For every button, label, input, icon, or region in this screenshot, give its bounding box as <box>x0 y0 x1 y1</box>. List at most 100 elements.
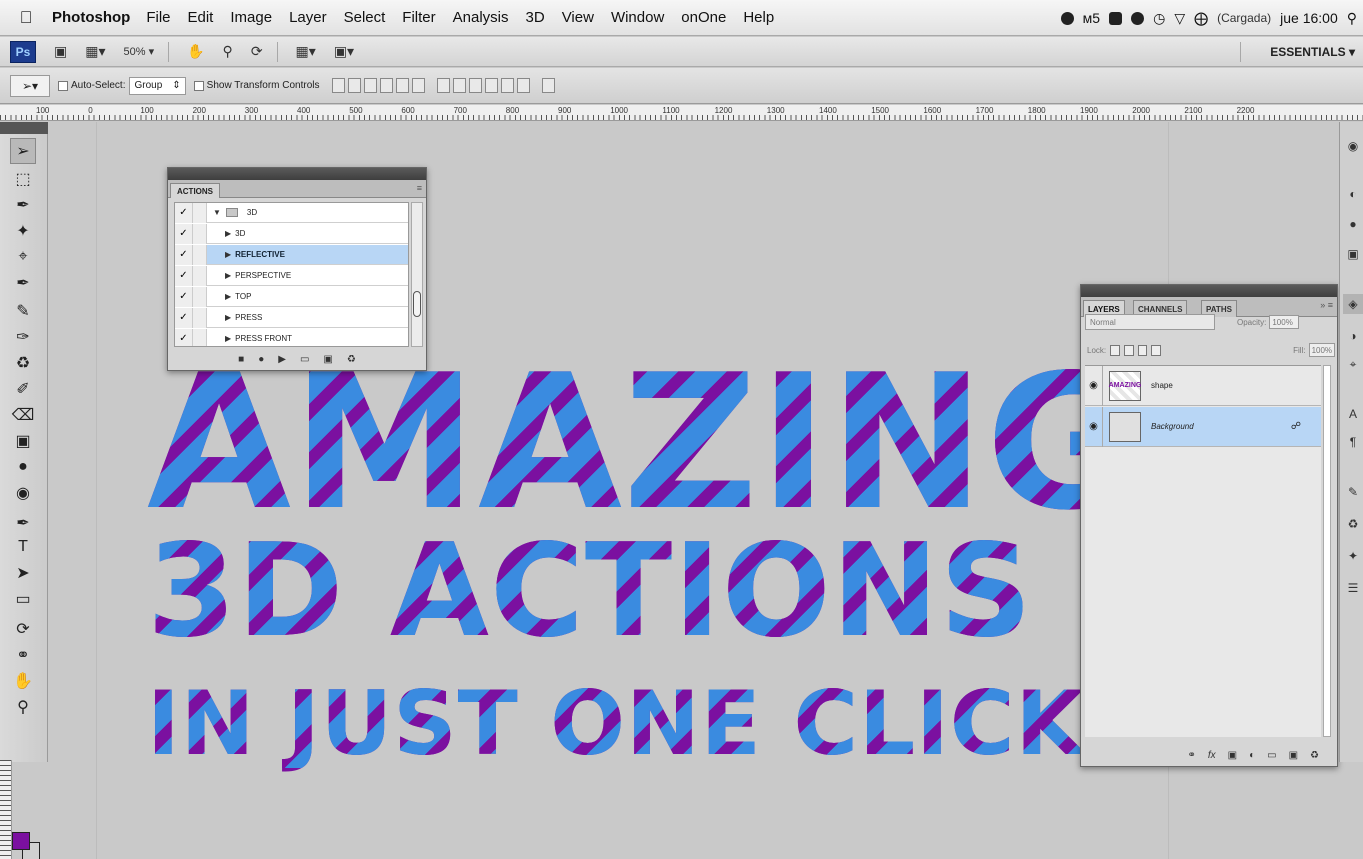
lock-position-icon[interactable] <box>1137 344 1148 356</box>
distribute-vcenter-button[interactable] <box>452 78 466 93</box>
paths-panel-icon[interactable]: ⌖ <box>1343 354 1363 374</box>
adobe-icon[interactable]: м5 <box>1083 10 1100 26</box>
distribute-top-button[interactable] <box>436 78 450 93</box>
expand-triangle-icon[interactable]: ▶ <box>225 292 231 301</box>
align-top-edges-button[interactable] <box>331 78 345 93</box>
menu-app-name[interactable]: Photoshop <box>52 9 130 26</box>
tools-panel-grip[interactable] <box>0 122 48 134</box>
layer-row-shape[interactable]: ◉ AMAZING shape <box>1085 365 1321 406</box>
dropbox-icon[interactable] <box>1060 11 1074 25</box>
lock-transparent-icon[interactable] <box>1110 344 1120 356</box>
view-extras-icon[interactable]: ▦▾ <box>85 43 105 60</box>
expand-triangle-icon[interactable]: ▶ <box>225 271 231 280</box>
menu-edit[interactable]: Edit <box>188 9 214 26</box>
time-machine-icon[interactable]: ◷ <box>1153 10 1165 27</box>
new-action-icon[interactable]: ▣ <box>323 354 332 365</box>
layer-mask-icon[interactable]: ▣ <box>1228 750 1237 761</box>
marquee-tool-icon[interactable]: ⬚ <box>10 166 36 192</box>
expand-triangle-icon[interactable]: ▼ <box>213 208 221 217</box>
action-row[interactable]: ✓ ▶ 3D <box>175 223 408 244</box>
action-row[interactable]: ✓ ▶ PRESS FRONT <box>175 328 408 346</box>
adjustment-layer-icon[interactable]: ◐ <box>1249 750 1255 761</box>
character-panel-icon[interactable]: A <box>1343 404 1363 424</box>
tool-preset-picker[interactable]: ➢ ▾ <box>10 74 50 97</box>
crop-tool-icon[interactable]: ⌖ <box>10 244 36 270</box>
distribute-left-button[interactable] <box>484 78 498 93</box>
expand-triangle-icon[interactable]: ▶ <box>225 250 231 259</box>
toggle-checkbox[interactable]: ✓ <box>175 286 193 307</box>
align-bottom-edges-button[interactable] <box>363 78 377 93</box>
stop-icon[interactable]: ■ <box>238 354 244 365</box>
expand-triangle-icon[interactable]: ▶ <box>225 313 231 322</box>
bluetooth-icon[interactable]: ⨁ <box>1194 10 1208 27</box>
layers-panel-grip[interactable] <box>1081 285 1337 297</box>
menu-3d[interactable]: 3D <box>526 9 545 26</box>
history-brush-tool-icon[interactable]: ✐ <box>10 376 36 402</box>
menu-select[interactable]: Select <box>344 9 386 26</box>
panel-menu-icon[interactable]: ≡ <box>417 183 422 193</box>
dialog-toggle[interactable] <box>193 203 207 223</box>
spotlight-icon[interactable]: ⚲ <box>1347 10 1357 27</box>
battery-label[interactable]: (Cargada) <box>1217 11 1271 25</box>
expand-triangle-icon[interactable]: ▶ <box>225 334 231 343</box>
auto-align-layers-button[interactable] <box>541 78 555 93</box>
blur-tool-icon[interactable]: ● <box>10 454 36 480</box>
menu-file[interactable]: File <box>146 9 170 26</box>
toggle-checkbox[interactable]: ✓ <box>175 203 193 223</box>
toggle-checkbox[interactable]: ✓ <box>175 223 193 244</box>
layers-scrollbar[interactable] <box>1323 365 1331 737</box>
distribute-right-button[interactable] <box>516 78 530 93</box>
rotate-view-icon[interactable]: ⟳ <box>251 43 263 60</box>
history-panel-icon[interactable]: ☰ <box>1343 578 1363 598</box>
lasso-tool-icon[interactable]: ✒ <box>10 192 36 218</box>
auto-select-checkbox[interactable] <box>58 80 68 91</box>
menu-layer[interactable]: Layer <box>289 9 327 26</box>
dialog-toggle[interactable] <box>193 286 207 307</box>
opacity-field[interactable]: 100% <box>1269 315 1300 329</box>
tab-actions[interactable]: ACTIONS <box>170 183 220 198</box>
menu-view[interactable]: View <box>562 9 594 26</box>
gradient-tool-icon[interactable]: ▣ <box>10 428 36 454</box>
bridge-icon[interactable]: ▣ <box>54 43 67 60</box>
layer-row-background[interactable]: ◉ Background ☍ <box>1085 406 1321 447</box>
toggle-checkbox[interactable]: ✓ <box>175 328 193 346</box>
clock[interactable]: jue 16:00 <box>1280 10 1338 26</box>
adjustments-panel-icon[interactable]: ◐ <box>1343 184 1363 204</box>
clone-stamp-tool-icon[interactable]: ♻ <box>10 350 36 376</box>
new-layer-icon[interactable]: ▣ <box>1289 750 1298 761</box>
clone-source-panel-icon[interactable]: ♻ <box>1343 514 1363 534</box>
link-layers-icon[interactable]: ⚭ <box>1187 750 1195 761</box>
zoom-level[interactable]: 50% ▾ <box>124 45 155 58</box>
scrollbar-thumb[interactable] <box>413 291 421 317</box>
type-tool-icon[interactable]: T <box>10 534 36 560</box>
menu-image[interactable]: Image <box>230 9 272 26</box>
brushes-panel-icon[interactable]: ✎ <box>1343 482 1363 502</box>
arrange-documents-icon[interactable]: ▦▾ <box>296 43 316 60</box>
masks-panel-icon[interactable]: ● <box>1343 214 1363 234</box>
zoom-tool-icon[interactable]: ⚲ <box>223 43 233 60</box>
actions-scrollbar[interactable] <box>411 202 423 347</box>
menu-filter[interactable]: Filter <box>402 9 435 26</box>
wifi-icon[interactable]: ▽ <box>1174 10 1185 27</box>
distribute-hcenter-button[interactable] <box>500 78 514 93</box>
menu-help[interactable]: Help <box>743 9 774 26</box>
record-icon[interactable] <box>1131 11 1145 25</box>
lock-image-icon[interactable] <box>1123 344 1134 356</box>
vertical-ruler[interactable] <box>0 760 12 859</box>
dialog-toggle[interactable] <box>193 265 207 286</box>
auto-select-option[interactable]: Auto-Select: <box>58 80 125 91</box>
align-horizontal-centers-button[interactable] <box>395 78 409 93</box>
trash-icon[interactable]: ♻ <box>1310 750 1319 761</box>
tool-presets-panel-icon[interactable]: ✦ <box>1343 546 1363 566</box>
toggle-checkbox[interactable]: ✓ <box>175 307 193 328</box>
3d-rotate-tool-icon[interactable]: ⟳ <box>10 616 36 642</box>
auto-select-dropdown[interactable]: Group ⇕ <box>129 76 186 95</box>
path-selection-tool-icon[interactable]: ➤ <box>10 560 36 586</box>
action-set-row[interactable]: ✓ ▼ 3D <box>175 203 408 223</box>
zoom-tool-icon[interactable]: ⚲ <box>10 694 36 720</box>
eye-icon[interactable]: ◉ <box>1085 365 1103 406</box>
toggle-checkbox[interactable]: ✓ <box>175 265 193 286</box>
expand-triangle-icon[interactable]: ▶ <box>225 229 231 238</box>
panel-menu-icon[interactable]: » ≡ <box>1320 300 1333 310</box>
hand-tool-icon[interactable]: ✋ <box>187 43 204 60</box>
